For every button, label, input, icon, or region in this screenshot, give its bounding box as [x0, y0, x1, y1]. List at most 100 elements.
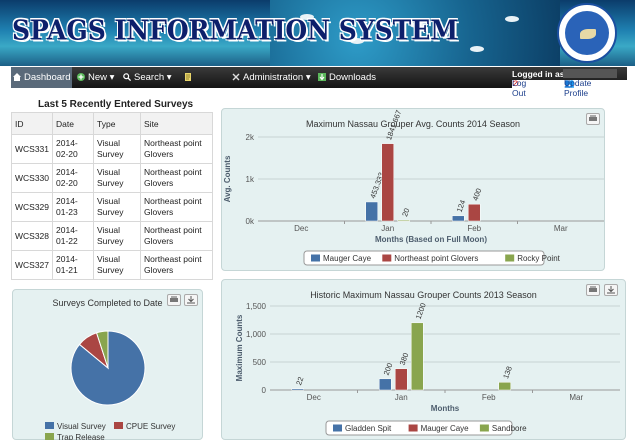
- bar: [365, 201, 378, 222]
- data-label: 124: [455, 199, 468, 214]
- legend-swatch: [311, 254, 320, 262]
- data-label: 22: [294, 376, 305, 387]
- home-icon: [13, 68, 21, 81]
- historic-counts-panel: Historic Maximum Nassau Grouper Counts 2…: [221, 279, 626, 440]
- survey-type: Visual Survey: [93, 250, 142, 280]
- survey-id: WCS327: [10, 250, 54, 280]
- username-redacted: [563, 69, 617, 78]
- x-tick-label: Jan: [381, 224, 394, 233]
- fish-decoration: [505, 16, 519, 22]
- data-label: 1841.667: [384, 109, 403, 141]
- bar: [381, 143, 394, 222]
- legend-entry: Mauger Caye: [323, 254, 372, 263]
- legend-entry: Sandbore: [492, 424, 527, 433]
- column-header: ID: [10, 112, 54, 135]
- table-row[interactable]: WCS330 2014-02-20 Visual Survey Northeas…: [10, 163, 213, 193]
- update-profile-label: Update Profile: [564, 78, 592, 98]
- chevron-down-icon: ▾: [109, 72, 115, 83]
- nav-label: Dashboard: [24, 72, 71, 83]
- recent-surveys-title: Last 5 Recently Entered Surveys: [38, 99, 194, 110]
- y-tick-label: 1,000: [246, 330, 267, 339]
- legend-entry: Mauger Caye: [421, 424, 470, 433]
- nav-label: Downloads: [329, 72, 376, 83]
- legend: Mauger Caye Northeast point Glovers Rocky …: [303, 250, 561, 266]
- survey-date: 2014-01-21: [52, 250, 95, 280]
- column-header: Type: [93, 112, 142, 135]
- y-tick-label: 1,500: [246, 302, 267, 311]
- survey-date: 2014-01-23: [52, 192, 95, 222]
- y-axis-label: Avg. Counts: [223, 155, 232, 202]
- fish-decoration: [470, 46, 484, 52]
- nav-reports[interactable]: Reports: [182, 67, 226, 104]
- y-axis-label: Maximum Counts: [235, 314, 244, 381]
- data-label: 380: [398, 352, 411, 367]
- bar: [468, 203, 481, 222]
- bar: [411, 322, 424, 391]
- survey-site: Northeast point Glovers: [140, 134, 213, 164]
- legend-swatch: [505, 254, 515, 262]
- data-label: 400: [471, 187, 484, 202]
- nav-dashboard[interactable]: Dashboard: [11, 67, 72, 88]
- x-tick-label: Feb: [482, 393, 496, 402]
- survey-date: 2014-01-22: [52, 221, 95, 251]
- bar: [397, 219, 410, 222]
- pie-chart: Visual Survey CPUE Survey Trap Release: [45, 330, 175, 440]
- legend-entry: Northeast point Glovers: [394, 254, 478, 263]
- legend-swatch: [45, 433, 54, 440]
- legend-swatch: [333, 424, 342, 432]
- x-tick-label: Mar: [554, 224, 568, 233]
- survey-date: 2014-02-20: [52, 163, 95, 193]
- working-group-seal: [557, 3, 617, 63]
- survey-date: 2014-02-20: [52, 134, 95, 164]
- recent-surveys-table: ID Date Type Site WCS331 2014-02-20 Visu…: [10, 112, 213, 280]
- download-icon: [318, 68, 326, 81]
- plus-circle-icon: [77, 68, 85, 81]
- nav-new[interactable]: New ▾: [75, 67, 119, 88]
- bar: [395, 368, 408, 391]
- nav-label: New: [88, 72, 108, 83]
- survey-site: Northeast point Glovers: [140, 221, 213, 251]
- chevron-down-icon: ▾: [166, 72, 172, 83]
- bar: [452, 215, 465, 222]
- y-tick-label: 0: [262, 386, 267, 395]
- x-tick-label: Dec: [307, 393, 321, 402]
- data-label: 138: [501, 365, 514, 380]
- user-actions: ⊘ Log Out 👥 Update Profile: [512, 78, 628, 98]
- bar-chart-2014: 0k1k2kDec Jan Feb Mar453.3331241841.6674002…: [223, 109, 604, 266]
- survey-site: Northeast point Glovers: [140, 163, 213, 193]
- legend-swatch: [479, 424, 489, 432]
- bar: [379, 378, 392, 391]
- avg-counts-panel: Maximum Nassau Grouper Avg. Counts 2014 …: [221, 108, 605, 271]
- table-row[interactable]: WCS331 2014-02-20 Visual Survey Northeas…: [10, 134, 213, 164]
- table-row[interactable]: WCS328 2014-01-22 Visual Survey Northeas…: [10, 221, 213, 251]
- survey-type: Visual Survey: [93, 221, 142, 251]
- table-row[interactable]: WCS327 2014-01-21 Visual Survey Northeas…: [10, 250, 213, 280]
- x-tick-label: Jan: [395, 393, 408, 402]
- x-axis-label: Months (Based on Full Moon): [375, 235, 487, 244]
- bar-chart-2013: 0 500 1,000 1,500 Dec Jan Feb Mar 22 200380 1200 13…: [235, 302, 620, 436]
- survey-id: WCS329: [10, 192, 54, 222]
- nav-administration[interactable]: Administration ▾: [230, 67, 314, 88]
- surveys-pie-panel: Surveys Completed to Date Visual Survey C…: [12, 289, 203, 440]
- column-header: Site: [140, 112, 213, 135]
- survey-id: WCS330: [10, 163, 54, 193]
- legend: Gladden Spit Mauger Caye Sandbore: [325, 420, 527, 436]
- tools-icon: [232, 68, 240, 81]
- y-tick-label: 0k: [246, 217, 255, 226]
- survey-id: WCS331: [10, 134, 54, 164]
- table-row[interactable]: WCS329 2014-01-23 Visual Survey Northeas…: [10, 192, 213, 222]
- legend-entry: Rocky Point: [517, 254, 560, 263]
- nav-search[interactable]: Search ▾: [121, 67, 179, 88]
- bar: [498, 382, 511, 391]
- data-label: 20: [400, 207, 411, 218]
- app-title: SPAGS INFORMATION SYSTEM: [12, 14, 459, 46]
- nav-downloads[interactable]: Downloads: [316, 67, 378, 88]
- data-label: 200: [382, 362, 395, 377]
- survey-type: Visual Survey: [93, 192, 142, 222]
- header-banner: SPAGS INFORMATION SYSTEM: [0, 0, 635, 66]
- y-tick-label: 1k: [246, 175, 255, 184]
- nav-label: Search: [134, 72, 165, 83]
- report-icon: [184, 68, 192, 81]
- legend-entry: Trap Release: [57, 433, 105, 440]
- bar: [291, 388, 304, 391]
